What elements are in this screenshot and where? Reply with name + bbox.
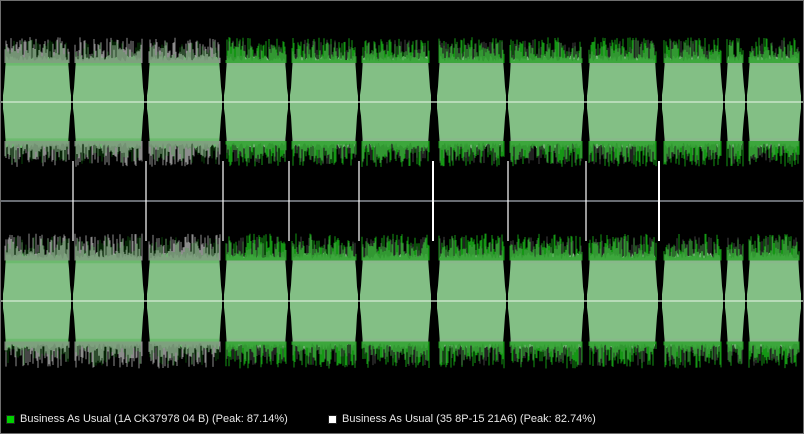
- legend-bar: Business As Usual (1A CK37978 04 B) (Pea…: [1, 401, 803, 433]
- legend-label-track-a: Business As Usual (1A CK37978 04 B) (Pea…: [20, 413, 288, 425]
- green-square-icon: [6, 414, 15, 424]
- white-square-icon: [328, 414, 337, 424]
- left-channel-waveform: [1, 37, 803, 167]
- waveform-comparison-window: Business As Usual (1A CK37978 04 B) (Pea…: [0, 0, 804, 434]
- right-channel-waveform: [1, 233, 803, 369]
- legend-item-track-b: Business As Usual (35 8P-15 21A6) (Peak:…: [328, 412, 596, 426]
- waveform-channels: [1, 37, 803, 369]
- legend-item-track-a: Business As Usual (1A CK37978 04 B) (Pea…: [6, 412, 288, 426]
- legend-label-track-b: Business As Usual (35 8P-15 21A6) (Peak:…: [342, 413, 596, 425]
- waveform-display[interactable]: [1, 1, 803, 401]
